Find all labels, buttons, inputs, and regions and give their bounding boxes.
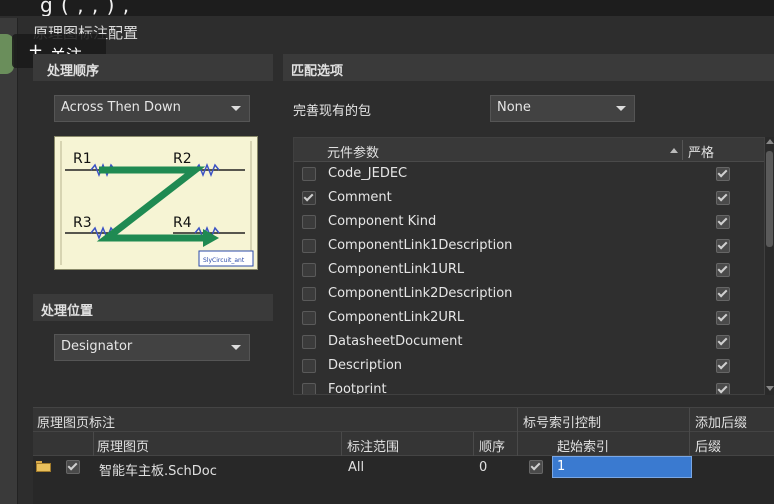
parameter-name: ComponentLink2URL <box>328 310 465 325</box>
location-section-title: 处理位置 <box>41 304 94 319</box>
column-header-suffix[interactable]: 后缀 <box>695 436 721 455</box>
strict-checkbox[interactable] <box>716 335 730 349</box>
complete-package-value: None <box>497 100 531 115</box>
column-header-parameter[interactable]: 元件参数 <box>327 142 379 161</box>
parameter-checkbox[interactable] <box>302 167 316 181</box>
strict-checkbox[interactable] <box>716 191 730 205</box>
parameter-name: ComponentLink1Description <box>328 238 513 253</box>
parameter-row[interactable]: ComponentLink2URL <box>294 306 764 330</box>
location-dropdown-value: Designator <box>61 339 133 354</box>
order-section-title: 处理顺序 <box>47 64 100 79</box>
diagram-label-r4: R4 <box>173 215 192 231</box>
diagram-label-r3: R3 <box>73 215 92 231</box>
group-add-suffix: 添加后缀 <box>695 416 748 431</box>
column-divider <box>682 140 683 160</box>
column-header-strict[interactable]: 严格 <box>688 142 714 161</box>
parameter-checkbox[interactable] <box>302 287 316 301</box>
parameter-checkbox[interactable] <box>302 215 316 229</box>
folder-icon <box>36 461 51 472</box>
group-sheet-annotation: 原理图页标注 <box>37 416 116 431</box>
sheet-table-group-header: 原理图页标注 标号索引控制 添加后缀 <box>33 408 774 432</box>
strict-checkbox[interactable] <box>716 239 730 253</box>
parameter-row[interactable]: DatasheetDocument <box>294 330 764 354</box>
parameter-checkbox[interactable] <box>302 239 316 253</box>
match-section-header: 匹配选项 <box>283 54 774 81</box>
start-index-input[interactable]: 1 <box>552 456 692 478</box>
left-edge-panel <box>0 18 18 504</box>
parameter-row[interactable]: Footprint <box>294 378 764 395</box>
parameter-name: ComponentLink2Description <box>328 286 513 301</box>
parameter-row[interactable]: Comment <box>294 186 764 210</box>
group-divider <box>517 408 518 432</box>
sheet-order[interactable]: 0 <box>479 460 487 475</box>
group-divider <box>689 408 690 432</box>
scroll-up-icon[interactable] <box>766 139 774 144</box>
parameter-checkbox[interactable] <box>302 359 316 373</box>
order-dropdown-value: Across Then Down <box>61 100 181 115</box>
strict-checkbox[interactable] <box>716 215 730 229</box>
parameter-name: Code_JEDEC <box>328 166 408 181</box>
group-index-control: 标号索引控制 <box>523 416 602 431</box>
strict-checkbox[interactable] <box>716 359 730 373</box>
location-section-header: 处理位置 <box>33 294 273 321</box>
match-section-title: 匹配选项 <box>291 64 344 79</box>
sheet-table-column-header: 原理图页 标注范围 顺序 起始索引 后缀 <box>33 432 774 456</box>
parameter-row[interactable]: ComponentLink1Description <box>294 234 764 258</box>
column-divider <box>341 432 342 456</box>
column-header-sheet[interactable]: 原理图页 <box>97 436 149 455</box>
parameter-checkbox[interactable] <box>302 191 316 205</box>
parameter-name: DatasheetDocument <box>328 334 463 349</box>
parameter-checkbox[interactable] <box>302 263 316 277</box>
sort-asc-icon <box>670 148 678 153</box>
parameter-row[interactable]: ComponentLink1URL <box>294 258 764 282</box>
parameter-name: Comment <box>328 190 392 205</box>
chevron-down-icon <box>231 106 241 111</box>
order-diagram: R1 R2 R3 R4 SlyCircuit_ant <box>54 136 258 270</box>
order-section-header: 处理顺序 <box>33 54 273 81</box>
column-divider <box>517 432 518 456</box>
parameter-name: Footprint <box>328 382 387 395</box>
diagram-label-r1: R1 <box>73 151 92 167</box>
top-strip-text: g ( , , ) , <box>40 0 131 17</box>
parameters-table: 元件参数 严格 Code_JEDEC Comment Component Kind C… <box>293 137 765 395</box>
parameters-table-header: 元件参数 严格 <box>294 138 764 162</box>
location-dropdown[interactable]: Designator <box>54 334 250 361</box>
scroll-down-icon[interactable] <box>766 386 774 391</box>
complete-package-label: 完善现有的包 <box>293 104 372 119</box>
strict-checkbox[interactable] <box>716 167 730 181</box>
chevron-down-icon <box>616 106 626 111</box>
sheet-name[interactable]: 智能车主板.SchDoc <box>99 460 217 479</box>
parameter-name: Description <box>328 358 403 373</box>
index-control-checkbox[interactable] <box>529 460 543 474</box>
column-header-order[interactable]: 顺序 <box>479 436 505 455</box>
parameter-checkbox[interactable] <box>302 335 316 349</box>
complete-package-dropdown[interactable]: None <box>490 95 635 122</box>
parameter-checkbox[interactable] <box>302 383 316 394</box>
parameter-name: Component Kind <box>328 214 437 229</box>
scrollbar-thumb[interactable] <box>766 151 773 247</box>
parameter-row[interactable]: Component Kind <box>294 210 764 234</box>
strict-checkbox[interactable] <box>716 263 730 277</box>
diagram-label-r2: R2 <box>173 151 192 167</box>
column-divider <box>473 432 474 456</box>
parameter-name: ComponentLink1URL <box>328 262 465 277</box>
strict-checkbox[interactable] <box>716 287 730 301</box>
column-divider <box>93 432 94 456</box>
sheet-scope[interactable]: All <box>348 460 364 475</box>
sheet-enabled-checkbox[interactable] <box>66 460 80 474</box>
order-dropdown[interactable]: Across Then Down <box>54 95 250 122</box>
chevron-down-icon <box>231 345 241 350</box>
diagram-caption: SlyCircuit_ant <box>203 257 245 264</box>
strict-checkbox[interactable] <box>716 383 730 394</box>
column-divider <box>689 432 690 456</box>
parameter-row[interactable]: Description <box>294 354 764 378</box>
column-header-start-index[interactable]: 起始索引 <box>557 436 609 455</box>
strict-checkbox[interactable] <box>716 311 730 325</box>
parameter-checkbox[interactable] <box>302 311 316 325</box>
column-header-scope[interactable]: 标注范围 <box>347 436 399 455</box>
parameters-scrollbar[interactable] <box>765 137 774 395</box>
parameter-row[interactable]: ComponentLink2Description <box>294 282 764 306</box>
parameter-row[interactable]: Code_JEDEC <box>294 162 764 186</box>
